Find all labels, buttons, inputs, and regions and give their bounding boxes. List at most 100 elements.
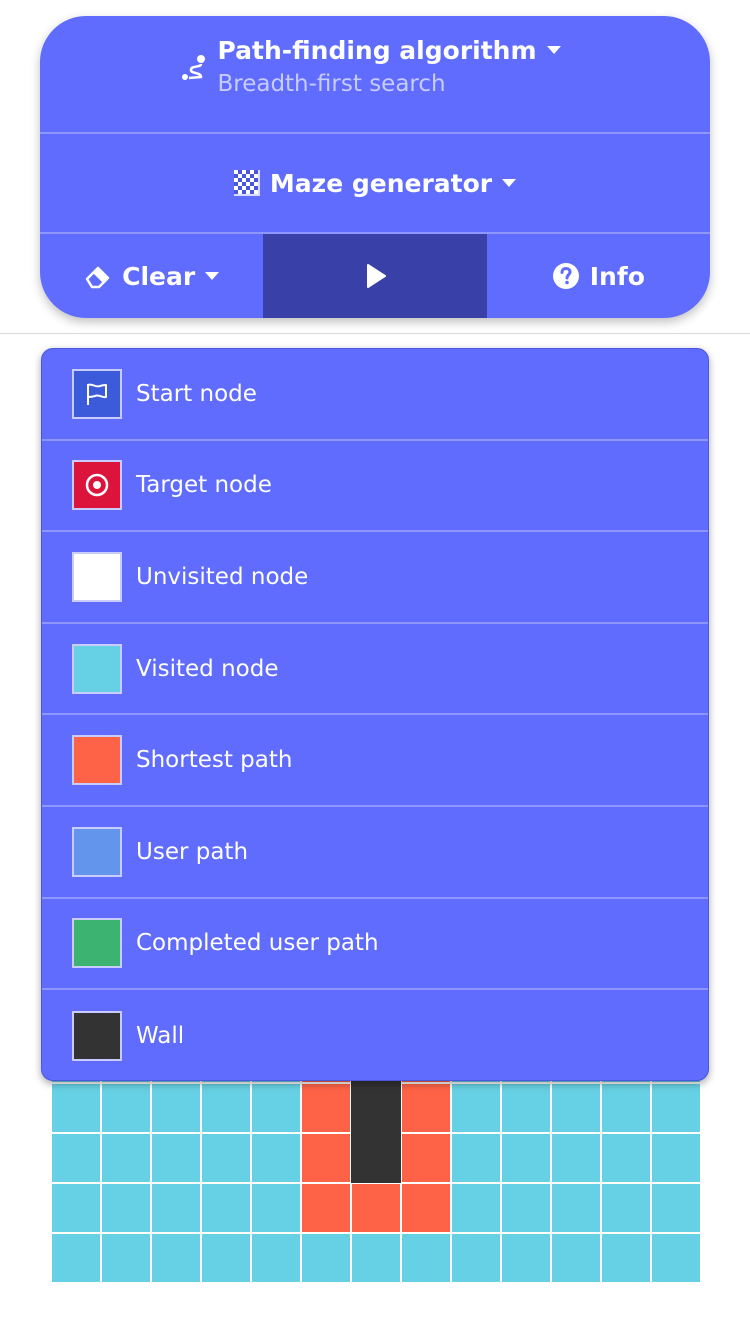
legend-item-user-path: User path [42, 807, 708, 899]
grid-cell-visited[interactable] [651, 1083, 701, 1133]
grid-cell-visited[interactable] [151, 1083, 201, 1133]
legend-dropdown: Start node Target node Unvisited node Vi… [41, 348, 709, 1081]
app-page: Path-finding algorithm Breadth-first sea… [0, 0, 750, 1334]
algorithm-title: Path-finding algorithm [217, 35, 561, 65]
grid-cell-visited[interactable] [351, 1233, 401, 1283]
grid-cell-visited[interactable] [201, 1233, 251, 1283]
grid-cell-visited[interactable] [401, 1233, 451, 1283]
grid-cell-wall[interactable] [351, 1083, 401, 1133]
legend-item-label: Start node [136, 380, 257, 407]
grid-cell-visited[interactable] [551, 1233, 601, 1283]
grid-cell-visited[interactable] [151, 1133, 201, 1183]
header-separator [0, 333, 750, 334]
grid-cell-visited[interactable] [251, 1233, 301, 1283]
chevron-down-icon [205, 272, 220, 280]
legend-item-label: Wall [136, 1022, 185, 1049]
play-button[interactable] [263, 234, 487, 318]
wall-swatch [72, 1010, 122, 1061]
grid-cell-visited[interactable] [451, 1133, 501, 1183]
grid-cell-visited[interactable] [51, 1183, 101, 1233]
clear-label: Clear [122, 261, 196, 291]
visited-node-swatch [72, 643, 122, 694]
maze-generator-selector[interactable]: Maze generator [40, 134, 710, 232]
grid-cell-visited[interactable] [501, 1183, 551, 1233]
start-node-swatch [72, 368, 122, 419]
legend-item-start-node: Start node [42, 349, 708, 441]
checkerboard-icon [233, 170, 260, 196]
grid-cell-shortest[interactable] [301, 1133, 351, 1183]
grid-cell-visited[interactable] [651, 1233, 701, 1283]
grid-cell-visited[interactable] [201, 1083, 251, 1133]
grid-cell-visited[interactable] [501, 1133, 551, 1183]
legend-item-label: Visited node [136, 655, 279, 682]
maze-generator-label: Maze generator [269, 168, 493, 198]
info-label: Info [589, 261, 645, 291]
user-path-swatch [72, 826, 122, 877]
grid-cell-visited[interactable] [201, 1133, 251, 1183]
legend-item-unvisited-node: Unvisited node [42, 532, 708, 624]
grid-cell-visited[interactable] [601, 1233, 651, 1283]
grid-cell-visited[interactable] [551, 1083, 601, 1133]
algorithm-text: Path-finding algorithm Breadth-first sea… [217, 35, 561, 97]
grid-cell-shortest[interactable] [401, 1133, 451, 1183]
grid-cell-visited[interactable] [101, 1233, 151, 1283]
legend-item-label: Completed user path [136, 930, 379, 957]
grid-cell-shortest[interactable] [301, 1083, 351, 1133]
grid-cell-visited[interactable] [601, 1183, 651, 1233]
grid-cell-shortest[interactable] [351, 1183, 401, 1233]
target-node-swatch [72, 460, 122, 511]
grid-cell-shortest[interactable] [401, 1083, 451, 1133]
question-circle-icon [552, 263, 579, 289]
grid-cell-visited[interactable] [551, 1183, 601, 1233]
shortest-path-swatch [72, 735, 122, 786]
grid-cell-visited[interactable] [551, 1133, 601, 1183]
completed-user-path-swatch [72, 918, 122, 969]
route-icon [182, 55, 206, 80]
action-bar: Clear Info [40, 234, 710, 318]
grid-cell-visited[interactable] [151, 1183, 201, 1233]
algorithm-value: Breadth-first search [217, 70, 446, 97]
grid-cell-visited[interactable] [501, 1233, 551, 1283]
grid-cell-visited[interactable] [51, 1133, 101, 1183]
grid-cell-visited[interactable] [651, 1133, 701, 1183]
grid-cell-visited[interactable] [151, 1233, 201, 1283]
grid-cell-visited[interactable] [51, 1083, 101, 1133]
grid-cell-visited[interactable] [101, 1183, 151, 1233]
grid-cell-visited[interactable] [251, 1133, 301, 1183]
clear-button[interactable]: Clear [40, 234, 263, 318]
grid-cell-shortest[interactable] [301, 1183, 351, 1233]
algorithm-selector[interactable]: Path-finding algorithm Breadth-first sea… [40, 16, 710, 116]
legend-item-label: Shortest path [136, 747, 293, 774]
grid-cell-visited[interactable] [601, 1083, 651, 1133]
legend-item-visited-node: Visited node [42, 624, 708, 716]
grid-cell-visited[interactable] [451, 1183, 501, 1233]
grid-cell-visited[interactable] [201, 1183, 251, 1233]
grid-cell-visited[interactable] [501, 1083, 551, 1133]
eraser-icon [85, 266, 110, 289]
grid-cell-visited[interactable] [51, 1233, 101, 1283]
grid-cell-visited[interactable] [451, 1233, 501, 1283]
target-icon [85, 474, 109, 497]
grid-cell-visited[interactable] [101, 1083, 151, 1133]
legend-item-label: Target node [136, 472, 272, 499]
flag-icon [87, 383, 107, 405]
legend-item-label: Unvisited node [136, 563, 309, 590]
grid-cell-visited[interactable] [251, 1183, 301, 1233]
legend-item-label: User path [136, 838, 249, 865]
grid-cell-shortest[interactable] [401, 1183, 451, 1233]
grid-cell-visited[interactable] [101, 1133, 151, 1183]
algorithm-selector-content: Path-finding algorithm Breadth-first sea… [179, 35, 561, 97]
algorithm-label: Path-finding algorithm [217, 35, 537, 65]
grid-cell-visited[interactable] [301, 1233, 351, 1283]
legend-item-target-node: Target node [42, 441, 708, 533]
grid-cell-visited[interactable] [651, 1183, 701, 1233]
info-button[interactable]: Info [487, 234, 710, 318]
unvisited-node-swatch [72, 551, 122, 602]
grid-cell-visited[interactable] [601, 1133, 651, 1183]
legend-item-shortest-path: Shortest path [42, 715, 708, 807]
control-panel: Path-finding algorithm Breadth-first sea… [40, 16, 710, 318]
play-icon [366, 264, 386, 288]
grid-cell-visited[interactable] [251, 1083, 301, 1133]
grid-cell-wall[interactable] [351, 1133, 401, 1183]
grid-cell-visited[interactable] [451, 1083, 501, 1133]
